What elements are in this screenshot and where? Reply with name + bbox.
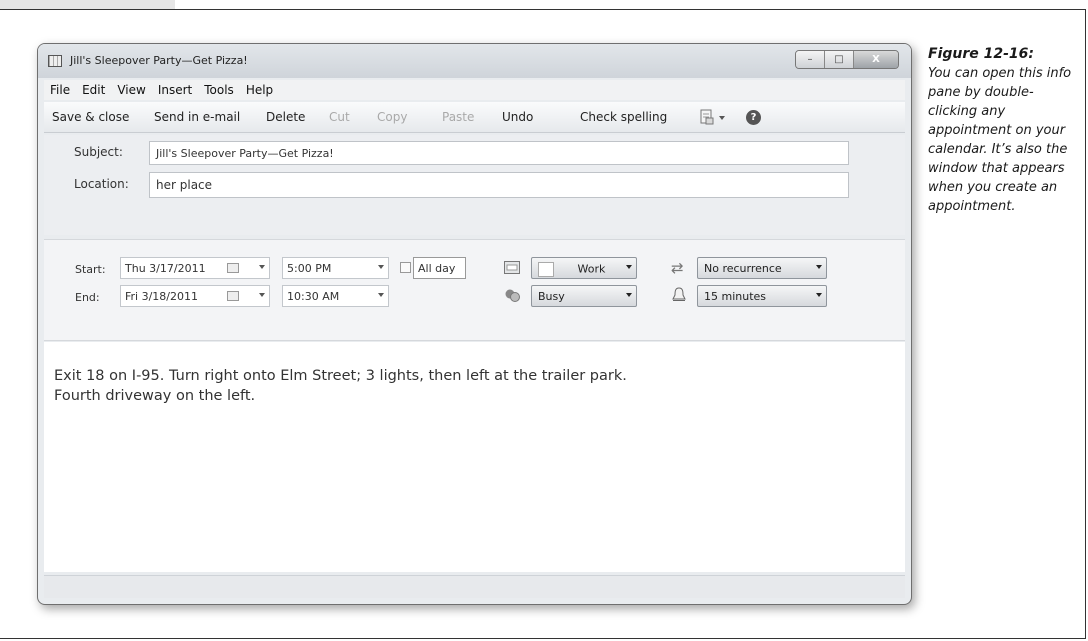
- cut-button[interactable]: Cut: [329, 110, 350, 124]
- caption-text: You can open this info pane by double-cl…: [928, 66, 1072, 214]
- minimize-button[interactable]: –: [796, 51, 825, 68]
- status-select-value: Busy: [538, 290, 565, 303]
- end-date-input[interactable]: Fri 3/18/2011: [120, 285, 270, 307]
- calendar-dropdown-icon[interactable]: [626, 265, 632, 269]
- status-dropdown-icon[interactable]: [626, 293, 632, 297]
- status-bar: [44, 575, 905, 598]
- subject-label: Subject:: [74, 145, 123, 159]
- start-date-input[interactable]: Thu 3/17/2011: [120, 257, 270, 279]
- start-date-dropdown-icon[interactable]: [259, 265, 265, 269]
- end-label: End:: [75, 291, 100, 304]
- bell-icon: [672, 287, 686, 301]
- recurrence-select[interactable]: No recurrence: [697, 257, 827, 279]
- reminder-dropdown-icon[interactable]: [816, 293, 822, 297]
- menu-insert[interactable]: Insert: [152, 80, 198, 100]
- copy-button[interactable]: Copy: [377, 110, 407, 124]
- appointment-window: Jill's Sleepover Party—Get Pizza! – □ X …: [37, 43, 912, 605]
- window-controls: – □ X: [795, 50, 899, 69]
- window-title: Jill's Sleepover Party—Get Pizza!: [70, 54, 248, 67]
- calendar-select[interactable]: Work: [531, 257, 637, 279]
- toolbar: Save & close Send in e-mail Delete Cut C…: [44, 102, 905, 133]
- print-dropdown-icon[interactable]: [719, 116, 725, 120]
- end-time-dropdown-icon[interactable]: [378, 293, 384, 297]
- paste-button[interactable]: Paste: [442, 110, 474, 124]
- menu-view[interactable]: View: [111, 80, 151, 100]
- start-date-value: Thu 3/17/2011: [125, 262, 206, 275]
- check-spelling-button[interactable]: Check spelling: [580, 110, 667, 124]
- subject-location-panel: Subject: Jill's Sleepover Party—Get Pizz…: [44, 135, 905, 235]
- status-select[interactable]: Busy: [531, 285, 637, 307]
- reminder-select[interactable]: 15 minutes: [697, 285, 827, 307]
- help-icon[interactable]: ?: [746, 110, 761, 125]
- calendar-picker-icon[interactable]: [227, 263, 239, 273]
- category-icon: [504, 261, 520, 274]
- calendar-icon: [48, 55, 62, 67]
- start-time-dropdown-icon[interactable]: [378, 265, 384, 269]
- notes-line-1: Exit 18 on I-95. Turn right onto Elm Str…: [54, 368, 627, 384]
- notes-line-2: Fourth driveway on the left.: [54, 388, 256, 404]
- undo-button[interactable]: Undo: [502, 110, 533, 124]
- all-day-label[interactable]: All day: [413, 257, 466, 279]
- end-time-input[interactable]: 10:30 AM: [282, 285, 389, 307]
- start-time-input[interactable]: 5:00 PM: [282, 257, 389, 279]
- end-date-dropdown-icon[interactable]: [259, 293, 265, 297]
- color-swatch: [538, 262, 554, 277]
- location-input[interactable]: her place: [149, 172, 849, 198]
- calendar-select-value: Work: [577, 262, 606, 276]
- schedule-panel: Start: Thu 3/17/2011 5:00 PM All day End…: [44, 239, 905, 341]
- end-date-value: Fri 3/18/2011: [125, 290, 199, 303]
- recurrence-select-value: No recurrence: [704, 262, 782, 275]
- menu-tools[interactable]: Tools: [198, 80, 240, 100]
- maximize-button[interactable]: □: [825, 51, 854, 68]
- subject-input[interactable]: Jill's Sleepover Party—Get Pizza!: [149, 141, 849, 165]
- menu-help[interactable]: Help: [240, 80, 279, 100]
- close-button[interactable]: X: [854, 51, 898, 68]
- figure-caption: Figure 12-16: You can open this info pan…: [928, 45, 1078, 216]
- notes-textarea[interactable]: Exit 18 on I-95. Turn right onto Elm Str…: [44, 342, 905, 572]
- start-time-value: 5:00 PM: [287, 262, 332, 275]
- save-close-button[interactable]: Save & close: [52, 110, 129, 124]
- menu-bar: File Edit View Insert Tools Help: [44, 80, 905, 100]
- menu-file[interactable]: File: [44, 80, 76, 100]
- menu-edit[interactable]: Edit: [76, 80, 111, 100]
- end-time-value: 10:30 AM: [287, 290, 340, 303]
- location-label: Location:: [74, 177, 129, 191]
- print-icon[interactable]: [700, 109, 714, 125]
- reminder-select-value: 15 minutes: [704, 290, 767, 303]
- recurrence-icon: ⇄: [671, 259, 684, 277]
- recurrence-dropdown-icon[interactable]: [816, 265, 822, 269]
- status-icon: [505, 289, 520, 302]
- page-tab-stub: [0, 0, 175, 9]
- title-bar: Jill's Sleepover Party—Get Pizza! – □ X: [38, 44, 911, 78]
- calendar-picker-icon[interactable]: [227, 291, 239, 301]
- caption-title: Figure 12-16:: [928, 46, 1034, 62]
- start-label: Start:: [75, 263, 106, 276]
- all-day-checkbox[interactable]: [400, 262, 411, 273]
- delete-button[interactable]: Delete: [266, 110, 305, 124]
- send-email-button[interactable]: Send in e-mail: [154, 110, 240, 124]
